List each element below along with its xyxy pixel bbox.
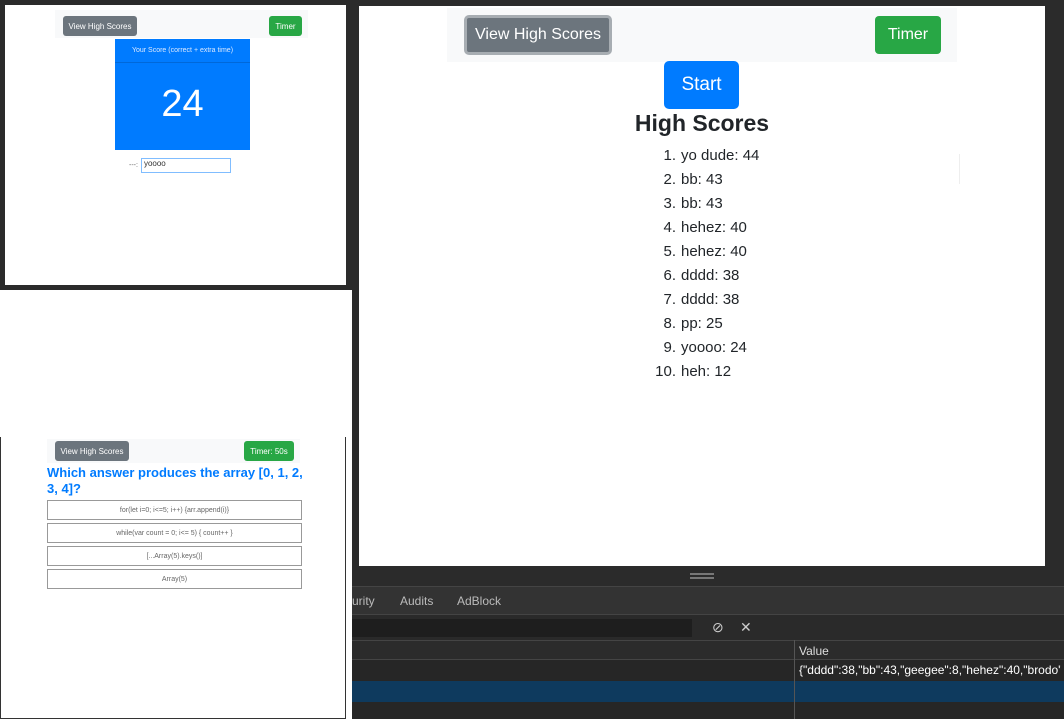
score-entry: yoooo: 24 bbox=[681, 339, 747, 356]
score-entry: hehez: 40 bbox=[681, 243, 747, 260]
navbar: View High Scores Timer: 50s bbox=[47, 439, 300, 463]
high-scores-title: High Scores bbox=[634, 110, 770, 136]
devtools-filter-bar: ⊘ ✕ bbox=[352, 614, 1064, 640]
list-item: 1. yo dude: 44 bbox=[649, 147, 759, 171]
rank-number: 6. bbox=[663, 267, 676, 284]
rank-number: 5. bbox=[663, 243, 676, 260]
filter-input[interactable] bbox=[352, 619, 692, 637]
name-input[interactable]: yoooo bbox=[140, 158, 231, 173]
answer-button[interactable]: Array(5) bbox=[47, 569, 302, 589]
list-item: 8. pp: 25 bbox=[649, 315, 759, 339]
navbar: View High Scores Timer bbox=[447, 8, 957, 62]
answer-button[interactable]: [...Array(5).keys()] bbox=[47, 546, 302, 566]
name-entry-row: ---: yoooo bbox=[129, 158, 231, 173]
list-item: 9. yoooo: 24 bbox=[649, 339, 759, 363]
score-entry: pp: 25 bbox=[681, 315, 723, 332]
list-item: 5. hehez: 40 bbox=[649, 243, 759, 267]
timer-button[interactable]: Timer bbox=[269, 16, 302, 36]
tab-adblock[interactable]: AdBlock bbox=[457, 594, 501, 608]
list-item: 7. dddd: 38 bbox=[649, 291, 759, 315]
score-value: 24 bbox=[161, 83, 204, 125]
view-high-scores-button[interactable]: View High Scores bbox=[55, 441, 129, 461]
rank-number: 9. bbox=[663, 339, 676, 356]
answer-button[interactable]: while(var count = 0; i<= 5) { count++ } bbox=[47, 523, 302, 543]
rank-number: 2. bbox=[663, 171, 676, 188]
answer-button[interactable]: for(let i=0; i<=5; i++) {arr.append(i)} bbox=[47, 500, 302, 520]
start-button[interactable]: Start bbox=[664, 61, 739, 109]
tab-audits[interactable]: Audits bbox=[400, 594, 433, 608]
rank-number: 7. bbox=[663, 291, 676, 308]
column-divider[interactable] bbox=[794, 640, 795, 719]
main-page: View High Scores Timer Start High Scores… bbox=[359, 6, 1045, 566]
divider bbox=[959, 154, 960, 184]
tab-security[interactable]: urity bbox=[352, 594, 375, 608]
close-icon[interactable]: ✕ bbox=[740, 619, 752, 636]
table-row[interactable]: {"dddd":38,"bb":43,"geegee":8,"hehez":40… bbox=[352, 660, 1064, 681]
score-entry: hehez: 40 bbox=[681, 219, 747, 236]
score-entry: yo dude: 44 bbox=[681, 147, 760, 164]
score-entry: heh: 12 bbox=[681, 363, 732, 380]
rank-number: 10. bbox=[655, 363, 676, 380]
storage-table-header: Value bbox=[352, 640, 1064, 660]
high-scores-list: 1. yo dude: 44 2. bb: 43 3. bb: 43 4. hehez:… bbox=[649, 147, 759, 387]
score-entry: bb: 43 bbox=[681, 171, 723, 188]
score-entry: bb: 43 bbox=[681, 195, 723, 212]
list-item: 4. hehez: 40 bbox=[649, 219, 759, 243]
navbar: View High Scores Timer bbox=[55, 10, 308, 38]
list-item: 3. bb: 43 bbox=[649, 195, 759, 219]
score-card-header: Your Score (correct + extra time) bbox=[115, 39, 250, 63]
value-cell: {"dddd":38,"bb":43,"geegee":8,"hehez":40… bbox=[799, 663, 1061, 677]
list-item: 10. heh: 12 bbox=[649, 363, 759, 387]
score-window: View High Scores Timer Your Score (corre… bbox=[0, 0, 352, 290]
rank-number: 1. bbox=[663, 147, 676, 164]
list-item: 6. dddd: 38 bbox=[649, 267, 759, 291]
name-label: ---: bbox=[129, 162, 138, 169]
list-item: 2. bb: 43 bbox=[649, 171, 759, 195]
rank-number: 3. bbox=[663, 195, 676, 212]
score-page: View High Scores Timer Your Score (corre… bbox=[5, 5, 346, 285]
table-row-selected[interactable] bbox=[352, 681, 1064, 702]
devtools-tabs: urity Audits AdBlock bbox=[352, 586, 1064, 614]
resize-grip-icon[interactable] bbox=[690, 573, 714, 579]
block-icon[interactable]: ⊘ bbox=[712, 619, 724, 636]
timer-button[interactable]: Timer bbox=[875, 16, 941, 54]
score-card: Your Score (correct + extra time) 24 bbox=[115, 39, 250, 150]
view-high-scores-button[interactable]: View High Scores bbox=[464, 15, 612, 55]
value-column-header[interactable]: Value bbox=[799, 644, 829, 658]
table-empty-area bbox=[352, 702, 1064, 719]
score-entry: dddd: 38 bbox=[681, 267, 740, 284]
main-browser-window: View High Scores Timer Start High Scores… bbox=[352, 0, 1064, 719]
rank-number: 8. bbox=[663, 315, 676, 332]
score-entry: dddd: 38 bbox=[681, 291, 740, 308]
rank-number: 4. bbox=[663, 219, 676, 236]
timer-button[interactable]: Timer: 50s bbox=[244, 441, 294, 461]
question-title: Which answer produces the array [0, 1, 2… bbox=[47, 465, 303, 496]
view-high-scores-button[interactable]: View High Scores bbox=[63, 16, 137, 36]
quiz-window: View High Scores Timer: 50s Which answer… bbox=[0, 437, 346, 719]
